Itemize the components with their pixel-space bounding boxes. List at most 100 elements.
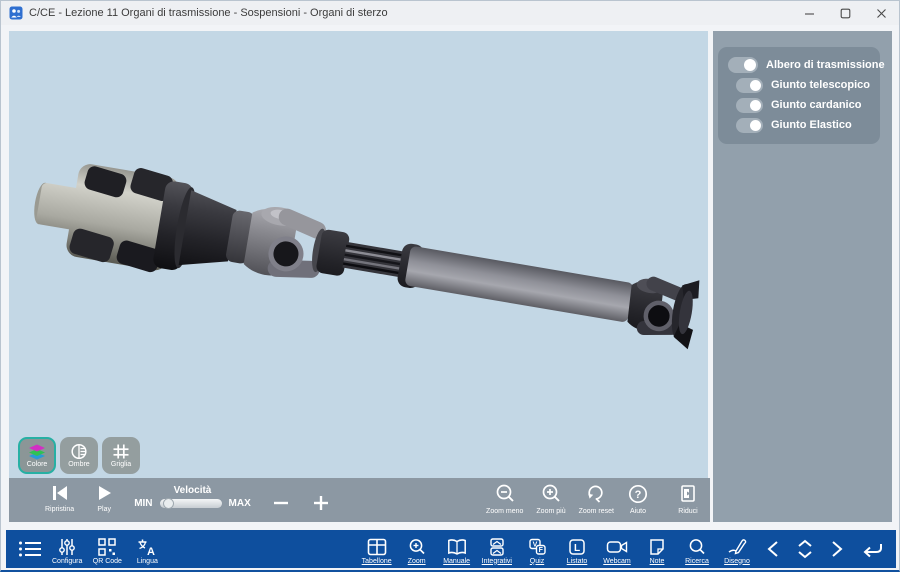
view-button-label: Colore bbox=[27, 461, 48, 468]
pen-icon bbox=[727, 538, 747, 556]
stacked-images-icon bbox=[488, 538, 506, 556]
qr-code-icon bbox=[98, 538, 116, 556]
toolbar-label: Manuale bbox=[443, 558, 470, 565]
svg-text:F: F bbox=[539, 547, 544, 554]
toolbar-button-webcam[interactable]: Webcam bbox=[602, 534, 632, 565]
toggle-knob bbox=[750, 120, 761, 131]
layer-row-parent: Albero di trasmissione bbox=[728, 55, 872, 75]
side-column: Albero di trasmissione Giunto telescopic… bbox=[713, 31, 892, 522]
toolbar-label: Tabellone bbox=[362, 558, 392, 565]
playback-bar: Ripristina Play Velocità MIN MAX bbox=[9, 478, 710, 522]
toolbar-button-zoom[interactable]: Zoom bbox=[402, 534, 432, 565]
layer-label: Albero di trasmissione bbox=[766, 59, 885, 71]
maximize-button[interactable] bbox=[827, 1, 863, 25]
speed-title: Velocità bbox=[174, 485, 212, 496]
toolbar-label: Webcam bbox=[603, 558, 631, 565]
view-button-ombre[interactable]: Ombre bbox=[60, 437, 98, 474]
book-icon bbox=[447, 538, 467, 556]
titlebar: C/CE - Lezione 11 Organi di trasmissione… bbox=[1, 1, 899, 25]
maximize-icon bbox=[840, 8, 851, 19]
zoom-out-button[interactable]: Zoom meno bbox=[486, 483, 523, 515]
increase-button[interactable] bbox=[311, 493, 331, 513]
toolbar-button-configura[interactable]: Configura bbox=[52, 534, 82, 565]
minus-icon bbox=[271, 493, 291, 513]
chevron-up-down-icon[interactable] bbox=[796, 539, 814, 559]
app-icon bbox=[9, 6, 23, 20]
driveshaft-3d-model[interactable] bbox=[9, 31, 708, 478]
layer-label: Giunto telescopico bbox=[771, 79, 872, 91]
view-button-griglia[interactable]: Griglia bbox=[102, 437, 140, 474]
help-label: Aiuto bbox=[630, 508, 646, 515]
toolbar-button-listato[interactable]: L Listato bbox=[562, 534, 592, 565]
zoom-in-button[interactable]: Zoom più bbox=[536, 483, 565, 515]
speed-slider[interactable] bbox=[160, 499, 222, 508]
toolbar-label: Listato bbox=[567, 558, 588, 565]
toolbar-label: Quiz bbox=[530, 558, 544, 565]
plus-icon bbox=[311, 493, 331, 513]
toolbar-button-qr-code[interactable]: QR Code bbox=[92, 534, 122, 565]
return-arrow-icon[interactable] bbox=[860, 540, 884, 558]
toolbar-button-manuale[interactable]: Manuale bbox=[442, 534, 472, 565]
toolbar-left-group: Configura QR Code A Li bbox=[52, 534, 162, 565]
chevron-left-icon[interactable] bbox=[766, 540, 780, 558]
view-button-colore[interactable]: Colore bbox=[18, 437, 56, 474]
toolbar-label: Lingua bbox=[137, 558, 158, 565]
reduce-label: Riduci bbox=[678, 508, 697, 515]
close-button[interactable] bbox=[863, 1, 899, 25]
window-title: C/CE - Lezione 11 Organi di trasmissione… bbox=[29, 7, 388, 19]
toolbar-button-quiz[interactable]: V F Quiz bbox=[522, 534, 552, 565]
layers-panel: Albero di trasmissione Giunto telescopic… bbox=[718, 47, 880, 144]
decrease-button[interactable] bbox=[271, 493, 291, 513]
restart-label: Ripristina bbox=[45, 506, 74, 513]
quiz-cards-icon: V F bbox=[527, 538, 547, 556]
view-button-label: Griglia bbox=[111, 461, 131, 468]
layer-toggle-elastico[interactable] bbox=[736, 118, 763, 133]
svg-text:A: A bbox=[147, 546, 155, 556]
zoom-reset-button[interactable]: Zoom reset bbox=[579, 483, 614, 515]
speed-slider-knob[interactable] bbox=[163, 498, 174, 509]
menu-list-button[interactable] bbox=[18, 539, 42, 559]
zoom-in-label: Zoom più bbox=[536, 508, 565, 515]
speed-min-label: MIN bbox=[134, 498, 152, 509]
svg-text:L: L bbox=[574, 543, 580, 554]
help-button[interactable]: ? Aiuto bbox=[627, 483, 649, 515]
play-button[interactable]: Play bbox=[94, 483, 114, 513]
close-icon bbox=[876, 8, 887, 19]
list-icon bbox=[18, 539, 42, 559]
video-camera-icon bbox=[606, 538, 628, 556]
skip-start-icon bbox=[50, 483, 70, 503]
magnifier-icon bbox=[688, 538, 706, 556]
reset-arrow-icon bbox=[585, 483, 607, 505]
toolbar-label: Zoom bbox=[408, 558, 426, 565]
toggle-knob bbox=[750, 100, 761, 111]
toolbar-label: QR Code bbox=[93, 558, 122, 565]
svg-text:?: ? bbox=[635, 489, 642, 501]
toolbar-button-integrativi[interactable]: Integrativi bbox=[482, 534, 512, 565]
shading-sphere-icon bbox=[70, 443, 88, 460]
view-button-label: Ombre bbox=[68, 461, 89, 468]
layer-row: Giunto telescopico bbox=[728, 75, 872, 95]
layer-toggle-albero[interactable] bbox=[728, 57, 758, 73]
toolbar-button-note[interactable]: Note bbox=[642, 534, 672, 565]
toolbar-button-ricerca[interactable]: Ricerca bbox=[682, 534, 712, 565]
grid-icon bbox=[112, 443, 130, 460]
toolbar-button-tabellone[interactable]: Tabellone bbox=[362, 534, 392, 565]
question-icon: ? bbox=[627, 483, 649, 505]
speed-control: Velocità MIN MAX bbox=[134, 498, 251, 509]
layer-toggle-telescopico[interactable] bbox=[736, 78, 763, 93]
toolbar-button-lingua[interactable]: A Lingua bbox=[132, 534, 162, 565]
play-icon bbox=[94, 483, 114, 503]
toolbar-nav-group bbox=[766, 539, 884, 559]
chevron-right-icon[interactable] bbox=[830, 540, 844, 558]
speed-max-label: MAX bbox=[229, 498, 251, 509]
toolbar-button-disegno[interactable]: Disegno bbox=[722, 534, 752, 565]
viewport-3d[interactable]: Colore Ombre Griglia bbox=[9, 31, 708, 478]
restart-button[interactable]: Ripristina bbox=[45, 483, 74, 513]
toggle-knob bbox=[750, 80, 761, 91]
layer-label: Giunto cardanico bbox=[771, 99, 872, 111]
layer-toggle-cardanico[interactable] bbox=[736, 98, 763, 113]
reduce-button[interactable]: Riduci bbox=[678, 483, 698, 515]
layer-row: Giunto Elastico bbox=[728, 115, 872, 135]
exit-panel-icon bbox=[678, 483, 698, 505]
minimize-button[interactable] bbox=[791, 1, 827, 25]
